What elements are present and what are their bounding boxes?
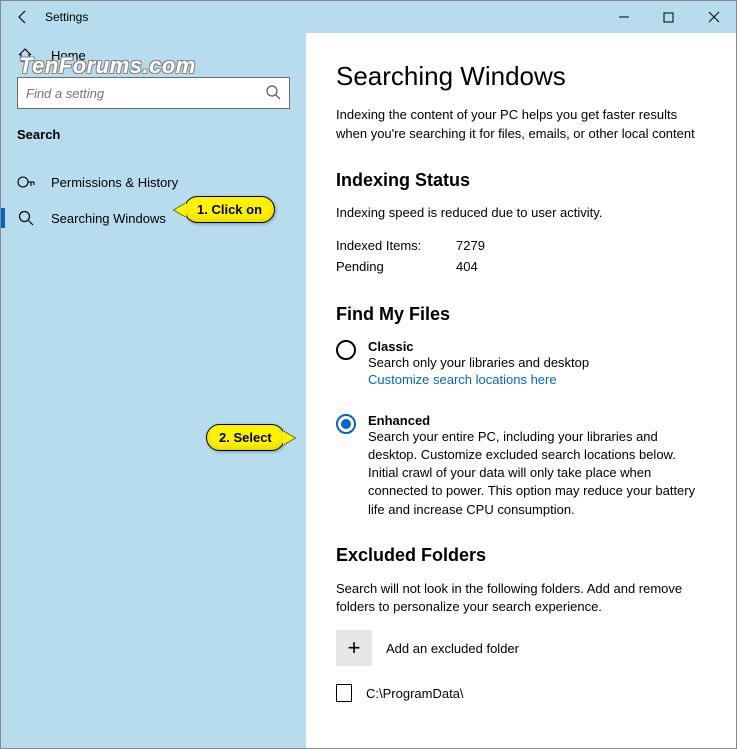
annotation-callout-2: 2. Select <box>206 424 285 451</box>
maximize-button[interactable] <box>646 1 691 33</box>
classic-title: Classic <box>368 339 589 354</box>
callout-1-text: 1. Click on <box>197 202 262 217</box>
find-my-files-heading: Find My Files <box>336 304 706 325</box>
plus-icon: + <box>336 630 372 666</box>
search-icon <box>17 210 35 226</box>
indexing-status-heading: Indexing Status <box>336 170 706 191</box>
radio-enhanced-circle[interactable] <box>336 414 356 434</box>
search-icon <box>265 84 281 103</box>
window-title: Settings <box>45 10 88 24</box>
close-button[interactable] <box>691 1 736 33</box>
enhanced-desc: Search your entire PC, including your li… <box>368 428 706 519</box>
content-pane: Searching Windows Indexing the content o… <box>306 33 736 748</box>
title-bar: Settings <box>1 1 736 33</box>
sidebar-item-label: Permissions & History <box>51 175 178 190</box>
indexed-items-label: Indexed Items: <box>336 238 456 253</box>
radio-option-classic[interactable]: Classic Search only your libraries and d… <box>336 339 706 387</box>
customize-locations-link[interactable]: Customize search locations here <box>368 372 589 387</box>
home-nav[interactable]: Home <box>1 39 306 71</box>
indexed-items-value: 7279 <box>456 238 485 253</box>
minimize-button[interactable] <box>601 1 646 33</box>
add-excluded-folder-button[interactable]: + Add an excluded folder <box>336 630 706 666</box>
home-label: Home <box>51 48 86 63</box>
page-description: Indexing the content of your PC helps yo… <box>336 106 706 144</box>
enhanced-title: Enhanced <box>368 413 706 428</box>
pending-row: Pending 404 <box>336 259 706 274</box>
excluded-desc: Search will not look in the following fo… <box>336 580 706 616</box>
sidebar-item-permissions-history[interactable]: Permissions & History <box>1 164 306 200</box>
folder-icon <box>336 684 352 702</box>
sidebar: Home Search Permissions & History Search… <box>1 33 306 748</box>
window-controls <box>601 1 736 33</box>
home-icon <box>17 47 35 63</box>
back-button[interactable] <box>1 1 45 33</box>
callout-2-text: 2. Select <box>219 430 272 445</box>
add-excluded-label: Add an excluded folder <box>386 641 519 656</box>
sidebar-section-header: Search <box>1 119 306 150</box>
classic-desc: Search only your libraries and desktop <box>368 354 589 372</box>
radio-classic-circle[interactable] <box>336 340 356 360</box>
search-input[interactable] <box>26 86 265 101</box>
find-setting-search[interactable] <box>17 77 290 109</box>
indexing-status-text: Indexing speed is reduced due to user ac… <box>336 205 706 220</box>
page-title: Searching Windows <box>336 61 706 92</box>
radio-option-enhanced[interactable]: Enhanced Search your entire PC, includin… <box>336 413 706 519</box>
excluded-folder-path: C:\ProgramData\ <box>366 686 464 701</box>
indexed-items-row: Indexed Items: 7279 <box>336 238 706 253</box>
excluded-folder-item[interactable]: C:\ProgramData\ <box>336 684 706 702</box>
excluded-folders-heading: Excluded Folders <box>336 545 706 566</box>
annotation-callout-1: 1. Click on <box>184 196 275 223</box>
sidebar-item-label: Searching Windows <box>51 211 166 226</box>
permissions-icon <box>17 174 35 190</box>
pending-value: 404 <box>456 259 478 274</box>
pending-label: Pending <box>336 259 456 274</box>
